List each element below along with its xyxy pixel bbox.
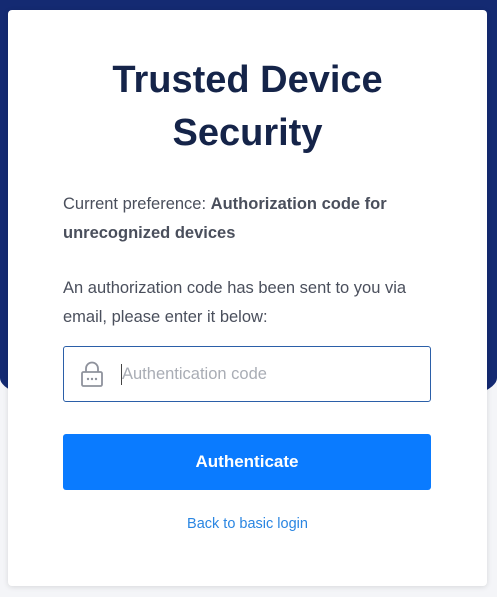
lock-icon <box>81 361 103 387</box>
page-title-line-2: Security <box>172 112 323 154</box>
preference-label: Current preference: <box>63 195 207 213</box>
back-to-basic-login-link[interactable]: Back to basic login <box>8 516 487 532</box>
authenticate-button[interactable]: Authenticate <box>63 434 431 490</box>
page-title-line-1: Trusted Device <box>112 59 383 101</box>
auth-card: Trusted Device Security Current preferen… <box>8 10 487 586</box>
info-text: An authorization code has been sent to y… <box>63 279 407 326</box>
page-title: Trusted Device Security <box>8 54 487 160</box>
authentication-code-input[interactable] <box>122 347 422 401</box>
code-input-container[interactable] <box>63 346 431 402</box>
current-preference: Current preference: Authorization code f… <box>63 190 433 248</box>
